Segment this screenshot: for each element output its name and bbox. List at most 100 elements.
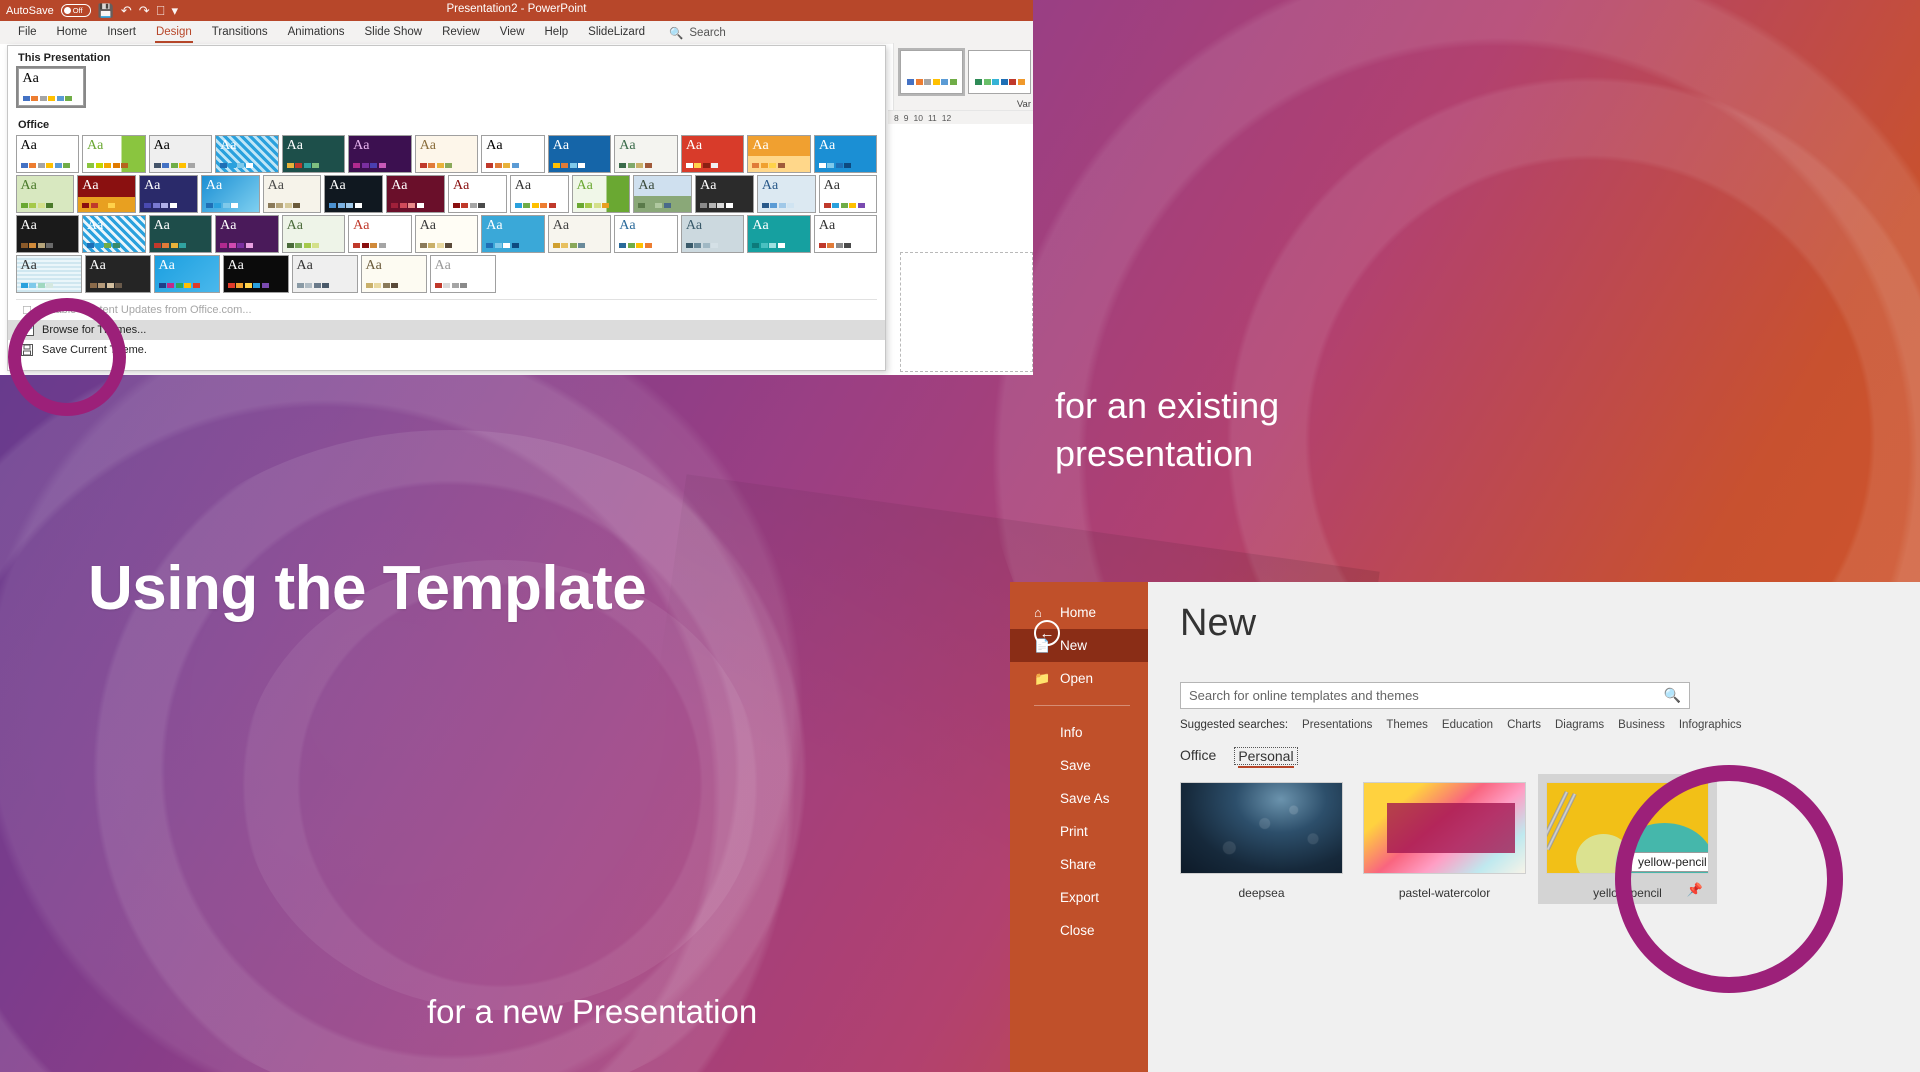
template-thumbnail[interactable] [1180, 782, 1343, 874]
theme-row: Aa Aa Aa Aa Aa Aa Aa Aa Aa Aa Aa Aa Aa [8, 214, 885, 254]
theme-thumbnail[interactable]: Aa [747, 135, 811, 173]
theme-thumbnail[interactable]: Aa [282, 215, 346, 253]
ribbon-tab-file[interactable]: File [8, 21, 47, 44]
sidebar-item-share[interactable]: Share [1010, 848, 1148, 881]
theme-thumbnail[interactable]: Aa [757, 175, 816, 213]
theme-thumbnail[interactable]: Aa [149, 135, 213, 173]
tab-office[interactable]: Office [1180, 747, 1216, 765]
theme-row: Aa Aa Aa Aa Aa Aa Aa [8, 254, 885, 294]
sidebar-item-print[interactable]: Print [1010, 815, 1148, 848]
suggested-search-business[interactable]: Business [1618, 719, 1665, 731]
menu-item-browse-for-themes[interactable]: Browse for Themes... [8, 320, 885, 340]
menu-item-enable-content-updates[interactable]: ☐ Enable Content Updates from Office.com… [8, 300, 885, 320]
ribbon-search[interactable]: 🔍 Search [669, 26, 726, 40]
variant-thumbnail[interactable] [968, 50, 1031, 94]
slide-canvas[interactable] [900, 252, 1033, 372]
ribbon-tab-animations[interactable]: Animations [278, 21, 355, 44]
theme-thumbnail[interactable]: Aa [154, 255, 220, 293]
suggested-search-diagrams[interactable]: Diagrams [1555, 719, 1604, 731]
suggested-search-themes[interactable]: Themes [1386, 719, 1428, 731]
theme-thumbnail[interactable]: Aa [77, 175, 136, 213]
ribbon-tab-transitions[interactable]: Transitions [202, 21, 278, 44]
theme-thumbnail[interactable]: Aa [681, 215, 745, 253]
menu-item-save-current-theme[interactable]: Save Current Theme. [8, 340, 885, 360]
theme-thumbnail[interactable]: Aa [282, 135, 346, 173]
theme-thumbnail[interactable]: Aa [448, 175, 507, 213]
ribbon-tab-slidelizard[interactable]: SlideLizard [578, 21, 655, 44]
suggested-search-infographics[interactable]: Infographics [1679, 719, 1742, 731]
theme-thumbnail[interactable]: Aa [292, 255, 358, 293]
theme-thumbnail[interactable]: Aa [324, 175, 383, 213]
theme-thumbnail[interactable]: Aa [614, 135, 678, 173]
theme-row: Aa Aa Aa Aa Aa Aa Aa Aa Aa Aa Aa Aa Aa [8, 134, 885, 174]
suggested-search-charts[interactable]: Charts [1507, 719, 1541, 731]
theme-thumbnail[interactable]: Aa [215, 135, 279, 173]
theme-thumbnail[interactable]: Aa [348, 135, 412, 173]
theme-thumbnail[interactable]: Aa [16, 175, 75, 213]
theme-thumbnail[interactable]: Aa [415, 135, 479, 173]
sidebar-item-info[interactable]: Info [1010, 716, 1148, 749]
ribbon-tab-slide-show[interactable]: Slide Show [355, 21, 433, 44]
theme-thumbnail[interactable]: Aa [614, 215, 678, 253]
theme-thumbnail[interactable]: Aa [139, 175, 198, 213]
theme-thumbnail[interactable]: Aa [263, 175, 322, 213]
theme-thumbnail[interactable]: Aa [223, 255, 289, 293]
theme-thumbnail[interactable]: Aa [510, 175, 569, 213]
theme-thumbnail[interactable]: Aa [16, 135, 80, 173]
theme-thumbnail[interactable]: Aa [633, 175, 692, 213]
template-thumbnail[interactable] [1363, 782, 1526, 874]
theme-thumbnail[interactable]: Aa [386, 175, 445, 213]
template-card-pastel-watercolor[interactable]: pastel-watercolor [1363, 782, 1526, 900]
ribbon-tab-review[interactable]: Review [432, 21, 490, 44]
theme-thumbnail-current[interactable]: Aa [18, 68, 84, 106]
sidebar-item-label: Export [1060, 890, 1099, 905]
sidebar-item-new[interactable]: 📄 New [1010, 629, 1148, 662]
theme-thumbnail[interactable]: Aa [16, 255, 82, 293]
template-search-input[interactable]: Search for online templates and themes 🔍 [1180, 682, 1690, 709]
ribbon-tab-view[interactable]: View [490, 21, 535, 44]
theme-thumbnail[interactable]: Aa [348, 215, 412, 253]
sidebar-item-open[interactable]: 📁 Open [1010, 662, 1148, 695]
template-card-deepsea[interactable]: deepsea [1180, 782, 1343, 900]
theme-thumbnail[interactable]: Aa [681, 135, 745, 173]
sidebar-item-home[interactable]: ⌂ Home [1010, 596, 1148, 629]
theme-thumbnail[interactable]: Aa [82, 215, 146, 253]
theme-thumbnail[interactable]: Aa [215, 215, 279, 253]
template-source-tabs: Office Personal [1180, 747, 1298, 765]
sidebar-item-close[interactable]: Close [1010, 914, 1148, 947]
search-icon[interactable]: 🔍 [1664, 687, 1681, 704]
theme-thumbnail[interactable]: Aa [481, 135, 545, 173]
theme-thumbnail[interactable]: Aa [361, 255, 427, 293]
theme-thumbnail[interactable]: Aa [16, 215, 80, 253]
ribbon-tab-design[interactable]: Design [146, 21, 202, 44]
theme-thumbnail[interactable]: Aa [481, 215, 545, 253]
sidebar-item-save[interactable]: Save [1010, 749, 1148, 782]
theme-thumbnail[interactable]: Aa [82, 135, 146, 173]
ribbon-tab-insert[interactable]: Insert [97, 21, 146, 44]
screenshot-root: Using the Template for an existing prese… [0, 0, 1920, 1072]
variant-thumbnail[interactable] [900, 50, 963, 94]
sidebar-item-save-as[interactable]: Save As [1010, 782, 1148, 815]
theme-thumbnail[interactable]: Aa [430, 255, 496, 293]
sidebar-item-export[interactable]: Export [1010, 881, 1148, 914]
suggested-search-education[interactable]: Education [1442, 719, 1493, 731]
theme-thumbnail[interactable]: Aa [814, 135, 878, 173]
theme-thumbnail[interactable]: Aa [747, 215, 811, 253]
theme-thumbnail[interactable]: Aa [819, 175, 878, 213]
theme-thumbnail[interactable]: Aa [814, 215, 878, 253]
highlight-circle-yellow-pencil [1615, 765, 1843, 993]
theme-thumbnail[interactable]: Aa [695, 175, 754, 213]
ribbon-tab-help[interactable]: Help [535, 21, 579, 44]
theme-thumbnail[interactable]: Aa [85, 255, 151, 293]
suggested-search-presentations[interactable]: Presentations [1302, 719, 1372, 731]
back-arrow-icon[interactable]: ← [1034, 620, 1060, 646]
theme-thumbnail[interactable]: Aa [548, 215, 612, 253]
theme-thumbnail[interactable]: Aa [548, 135, 612, 173]
ribbon-tab-home[interactable]: Home [47, 21, 98, 44]
theme-thumbnail[interactable]: Aa [201, 175, 260, 213]
theme-thumbnail[interactable]: Aa [415, 215, 479, 253]
theme-thumbnail[interactable]: Aa [572, 175, 631, 213]
tab-personal[interactable]: Personal [1234, 747, 1297, 765]
open-folder-icon: 📁 [1034, 671, 1050, 687]
theme-thumbnail[interactable]: Aa [149, 215, 213, 253]
